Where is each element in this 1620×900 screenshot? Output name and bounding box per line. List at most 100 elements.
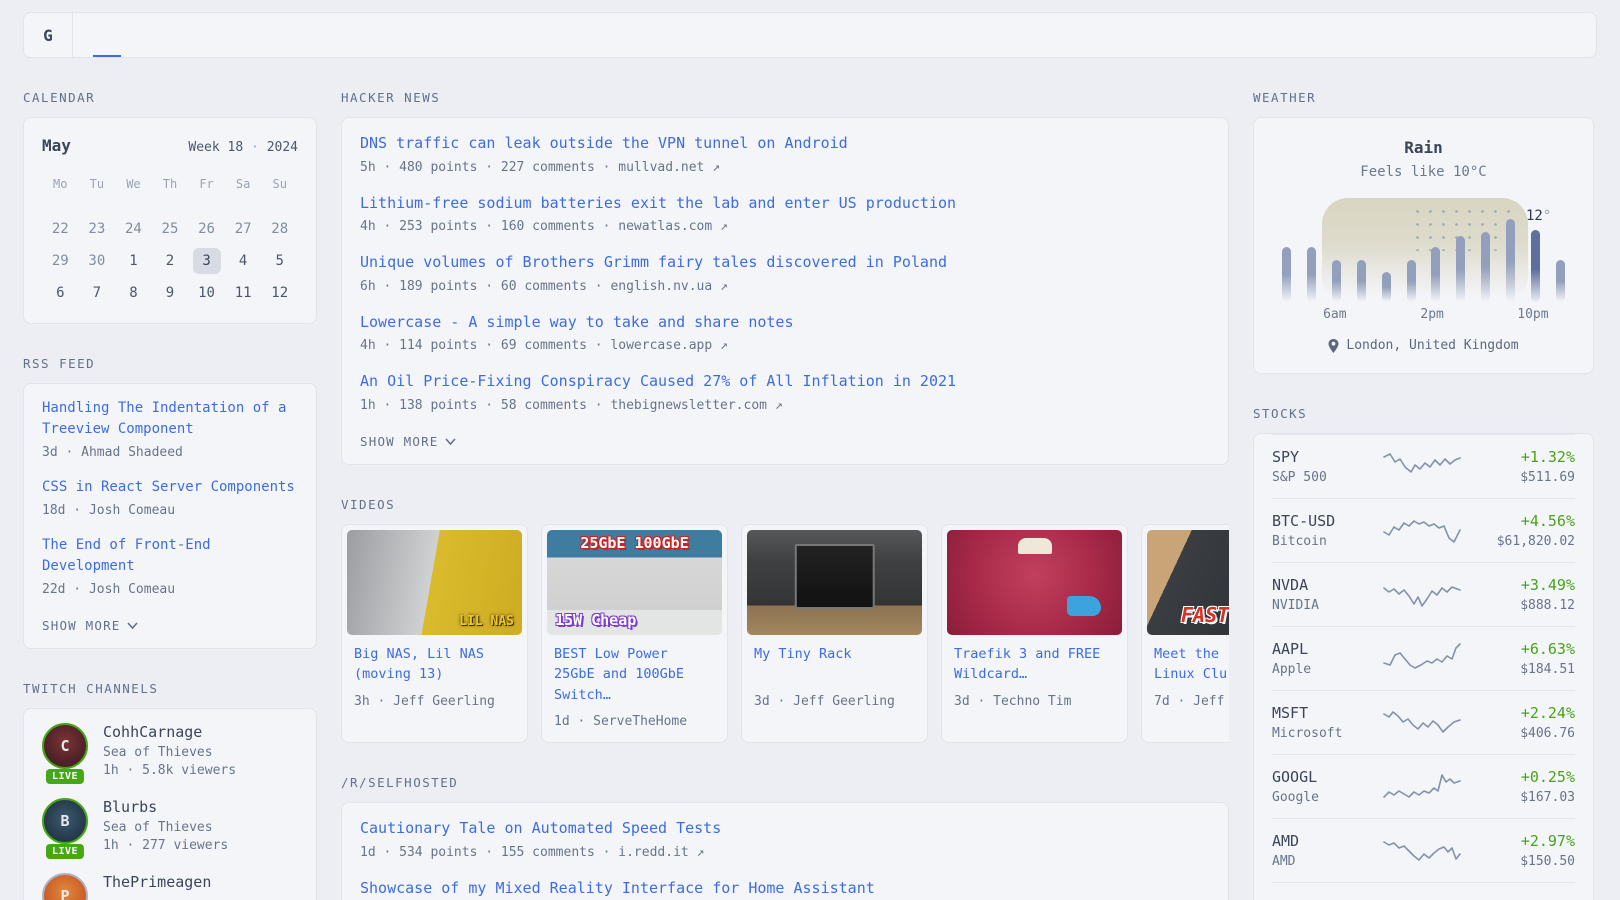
- rss-item-link[interactable]: The End of Front-End Development: [42, 535, 298, 577]
- twitch-channel-viewers: 1h · 277 viewers: [103, 838, 228, 853]
- calendar-days-grid: 222324252627282930123456789101112: [42, 213, 298, 309]
- stock-name: Google: [1272, 790, 1364, 805]
- weather-bar: [1282, 247, 1291, 302]
- section-title-calendar: CALENDAR: [23, 90, 317, 105]
- calendar-day: 8: [115, 277, 152, 309]
- stock-sparkline-box: [1364, 641, 1479, 675]
- app-logo[interactable]: G: [24, 13, 73, 57]
- video-title-link[interactable]: My Tiny Rack: [754, 644, 915, 686]
- twitch-channel-info: CohhCarnage Sea of Thieves 1h · 5.8k vie…: [103, 723, 236, 778]
- video-card[interactable]: 25GbE 100GbE 15W Cheap BEST Low Power 25…: [541, 524, 728, 744]
- rss-item-meta: 22d · Josh Comeau: [42, 582, 298, 597]
- stock-change-percent: +4.56%: [1479, 512, 1575, 530]
- news-item: Lithium-free sodium batteries exit the l…: [360, 192, 1210, 235]
- video-card[interactable]: FAST Meet the Linux Clu 7d · Jeff Geerli…: [1141, 524, 1229, 744]
- section-title-twitch: TWITCH CHANNELS: [23, 681, 317, 696]
- stock-row[interactable]: BTC-USD Bitcoin +4.56% $61,820.02: [1272, 498, 1575, 562]
- weather-bar: [1531, 230, 1540, 302]
- stock-row[interactable]: NVDA NVIDIA +3.49% $888.12: [1272, 562, 1575, 626]
- video-card[interactable]: Traefik 3 and FREE Wildcard… 3d · Techno…: [941, 524, 1128, 744]
- video-thumbnail: [947, 530, 1122, 635]
- weather-bar-column: [1274, 196, 1299, 302]
- reddit-item-link[interactable]: Showcase of my Mixed Reality Interface f…: [360, 877, 1210, 900]
- stock-row[interactable]: AMD AMD +2.97% $150.50: [1272, 818, 1575, 882]
- twitch-card: C LIVE CohhCarnage Sea of Thieves 1h · 5…: [23, 708, 317, 900]
- news-item-link[interactable]: DNS traffic can leak outside the VPN tun…: [360, 132, 1210, 155]
- page-tab[interactable]: [197, 13, 225, 57]
- calendar-day: 9: [152, 277, 189, 309]
- news-item-link[interactable]: Lithium-free sodium batteries exit the l…: [360, 192, 1210, 215]
- thumbnail-whale-shape: [1067, 596, 1101, 616]
- stock-row[interactable]: MSFT Microsoft +2.24% $406.76: [1272, 690, 1575, 754]
- twitch-channel-category: Sea of Thieves: [103, 745, 236, 760]
- stock-price: $167.03: [1479, 790, 1575, 805]
- calendar-day: 28: [261, 213, 298, 245]
- calendar-day: 1: [115, 245, 152, 277]
- weather-time-label: [1493, 307, 1517, 322]
- rss-show-more-button[interactable]: SHOW MORE: [42, 618, 138, 633]
- news-item-link[interactable]: Lowercase - A simple way to take and sha…: [360, 311, 1210, 334]
- weather-bar-column: [1374, 196, 1399, 302]
- twitch-channel-name: CohhCarnage: [103, 723, 236, 741]
- video-thumbnail: 25GbE 100GbE 15W Cheap: [547, 530, 722, 635]
- video-title-link[interactable]: Big NAS, Lil NAS (moving 13): [354, 644, 515, 686]
- twitch-channel-viewers: 1h · 5.8k viewers: [103, 763, 236, 778]
- weather-bar-column: [1324, 196, 1349, 302]
- stock-identity: SPY S&P 500: [1272, 448, 1364, 485]
- calendar-day: 5: [261, 245, 298, 277]
- page-tab[interactable]: [145, 13, 173, 57]
- page-tab[interactable]: [93, 13, 121, 57]
- stocks-section: STOCKS SPY S&P 500 +1.32%: [1253, 406, 1594, 900]
- video-meta: 1d · ServeTheHome: [554, 714, 715, 729]
- twitch-channel-row[interactable]: C LIVE CohhCarnage Sea of Thieves 1h · 5…: [42, 723, 298, 778]
- rss-item-meta: 18d · Josh Comeau: [42, 503, 298, 518]
- weather-bar-column: [1548, 196, 1573, 302]
- news-item-meta: 5h · 480 points · 227 comments · mullvad…: [360, 160, 1210, 175]
- calendar-day: 26: [188, 213, 225, 245]
- weather-bar: [1357, 260, 1366, 302]
- calendar-day: 23: [79, 213, 116, 245]
- stock-symbol: GOOGL: [1272, 768, 1364, 786]
- stock-row[interactable]: GOOGL Google +0.25% $167.03: [1272, 754, 1575, 818]
- hackernews-show-more-button[interactable]: SHOW MORE: [360, 434, 456, 449]
- stock-name: NVIDIA: [1272, 598, 1364, 613]
- weather-time-label: [1549, 307, 1573, 322]
- thumbnail-bottom-text: 15W Cheap: [555, 611, 636, 629]
- stock-sparkline: [1382, 833, 1462, 867]
- page-tab[interactable]: [249, 13, 277, 57]
- rss-item-link[interactable]: Handling The Indentation of a Treeview C…: [42, 398, 298, 440]
- reddit-item-link[interactable]: Cautionary Tale on Automated Speed Tests: [360, 817, 1210, 840]
- news-item: Unique volumes of Brothers Grimm fairy t…: [360, 251, 1210, 294]
- thumbnail-cap-shape: [1018, 538, 1052, 554]
- twitch-channel-row[interactable]: B LIVE Blurbs Sea of Thieves 1h · 277 vi…: [42, 798, 298, 853]
- stock-row[interactable]: SPY S&P 500 +1.32% $511.69: [1272, 434, 1575, 498]
- stock-identity: MSFT Microsoft: [1272, 704, 1364, 741]
- avatar: P: [42, 873, 88, 900]
- weather-bar: [1431, 247, 1440, 302]
- stock-identity: AAPL Apple: [1272, 640, 1364, 677]
- avatar: B: [42, 798, 88, 844]
- weather-time-label: 2pm: [1420, 307, 1444, 322]
- stock-price: $61,820.02: [1479, 534, 1575, 549]
- video-card[interactable]: My Tiny Rack 3d · Jeff Geerling: [741, 524, 928, 744]
- video-title-link[interactable]: Traefik 3 and FREE Wildcard…: [954, 644, 1115, 686]
- stock-row[interactable]: AAPL Apple +6.63% $184.51: [1272, 626, 1575, 690]
- selfhosted-list: Cautionary Tale on Automated Speed Tests…: [360, 817, 1210, 899]
- location-pin-icon: [1328, 339, 1339, 353]
- stock-symbol: AAPL: [1272, 640, 1364, 658]
- weather-condition: Rain: [1270, 138, 1577, 157]
- video-card[interactable]: LIL NAS Big NAS, Lil NAS (moving 13) 3h …: [341, 524, 528, 744]
- calendar-day: 12: [261, 277, 298, 309]
- video-title-link[interactable]: BEST Low Power 25GbE and 100GbE Switch…: [554, 644, 715, 707]
- stock-sparkline-box: [1364, 705, 1479, 739]
- twitch-channel-row[interactable]: P ThePrimeagen: [42, 873, 298, 900]
- stock-sparkline-box: [1364, 449, 1479, 483]
- rss-item-link[interactable]: CSS in React Server Components: [42, 477, 298, 498]
- news-item-link[interactable]: Unique volumes of Brothers Grimm fairy t…: [360, 251, 1210, 274]
- stock-sparkline-box: [1364, 833, 1479, 867]
- video-title-link[interactable]: Meet the Linux Clu: [1154, 644, 1229, 686]
- stock-change-percent: +1.32%: [1479, 448, 1575, 466]
- stock-row[interactable]: RDDT -1.59%: [1272, 882, 1575, 900]
- news-item-link[interactable]: An Oil Price-Fixing Conspiracy Caused 27…: [360, 370, 1210, 393]
- calendar-weekday: Mo: [42, 171, 79, 197]
